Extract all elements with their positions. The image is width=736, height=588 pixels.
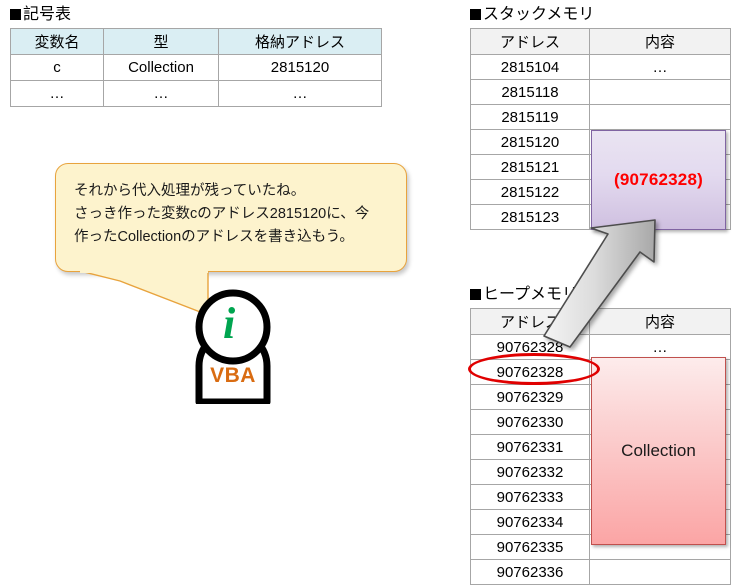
heap-col-address: アドレス: [470, 308, 590, 335]
stack-row-address: 2815120: [470, 129, 590, 155]
stack-row-content: [589, 104, 731, 130]
heap-collection-object-label: Collection: [621, 441, 696, 460]
heap-row-address: 90762330: [470, 409, 590, 435]
table-row: 90762328 …: [470, 334, 731, 360]
stack-memory-heading: スタックメモリ: [470, 6, 594, 24]
bullet-square-icon: [10, 9, 21, 20]
symbol-table-col-varname: 変数名: [10, 28, 104, 55]
stack-row-address: 2815121: [470, 154, 590, 180]
symbol-table-heading: 記号表: [10, 6, 71, 24]
symbol-table-col-address: 格納アドレス: [218, 28, 382, 55]
table-row: c Collection 2815120: [10, 54, 382, 81]
speech-bubble: それから代入処理が残っていたね。 さっき作った変数cのアドレス2815120に、…: [55, 163, 407, 272]
speech-bubble-text: それから代入処理が残っていたね。 さっき作った変数cのアドレス2815120に、…: [56, 164, 406, 249]
symbol-table: 変数名 型 格納アドレス c Collection 2815120 … … …: [10, 28, 382, 107]
heap-row-address: 90762336: [470, 559, 590, 585]
symbol-row-type: Collection: [103, 54, 219, 81]
bullet-square-icon: [470, 289, 481, 300]
stack-row-address: 2815118: [470, 79, 590, 105]
stack-row-content: [589, 79, 731, 105]
symbol-row-address: 2815120: [218, 54, 382, 81]
heap-row-address: 90762328: [470, 334, 590, 360]
stack-col-address: アドレス: [470, 28, 590, 55]
heap-row-address: 90762334: [470, 509, 590, 535]
table-row: 90762336: [470, 559, 731, 585]
stack-pointer-value-label: (90762328): [614, 170, 703, 189]
heap-row-address: 90762328: [470, 359, 590, 385]
table-row: … … …: [10, 80, 382, 107]
stack-col-content: 内容: [589, 28, 731, 55]
speech-bubble-line: 作ったCollectionのアドレスを書き込もう。: [74, 229, 354, 245]
heap-memory-heading: ヒープメモリ: [470, 286, 578, 304]
table-header-row: アドレス 内容: [470, 28, 731, 55]
symbol-row-varname: c: [10, 54, 104, 81]
speech-bubble-line: さっき作った変数cのアドレス2815120に、今: [74, 206, 370, 222]
heap-row-address: 90762329: [470, 384, 590, 410]
stack-row-address: 2815122: [470, 179, 590, 205]
stack-pointer-value-box: (90762328): [591, 130, 726, 230]
stack-row-address: 2815123: [470, 204, 590, 230]
table-header-row: アドレス 内容: [470, 308, 731, 335]
symbol-table-heading-label: 記号表: [23, 6, 72, 23]
vba-mascot-label: VBA: [210, 364, 256, 387]
vba-mascot-info-glyph: i: [223, 299, 236, 348]
stack-row-address: 2815104: [470, 54, 590, 80]
heap-row-content: …: [589, 334, 731, 360]
table-row: 2815104 …: [470, 54, 731, 80]
table-row: 2815118: [470, 79, 731, 105]
heap-collection-object-box: Collection: [591, 357, 726, 545]
stack-memory-heading-label: スタックメモリ: [483, 6, 595, 23]
heap-row-address: 90762333: [470, 484, 590, 510]
symbol-row-type: …: [103, 80, 219, 107]
heap-row-address: 90762331: [470, 434, 590, 460]
vba-mascot: i VBA: [183, 286, 283, 406]
symbol-row-address: …: [218, 80, 382, 107]
heap-row-address: 90762335: [470, 534, 590, 560]
symbol-table-col-type: 型: [103, 28, 219, 55]
heap-col-content: 内容: [589, 308, 731, 335]
stack-row-content: …: [589, 54, 731, 80]
bullet-square-icon: [470, 9, 481, 20]
heap-row-address: 90762332: [470, 459, 590, 485]
speech-bubble-line: それから代入処理が残っていたね。: [74, 183, 306, 199]
heap-row-content: [589, 559, 731, 585]
stack-row-address: 2815119: [470, 104, 590, 130]
table-row: 2815119: [470, 104, 731, 130]
heap-memory-heading-label: ヒープメモリ: [483, 286, 579, 303]
symbol-row-varname: …: [10, 80, 104, 107]
table-header-row: 変数名 型 格納アドレス: [10, 28, 382, 55]
